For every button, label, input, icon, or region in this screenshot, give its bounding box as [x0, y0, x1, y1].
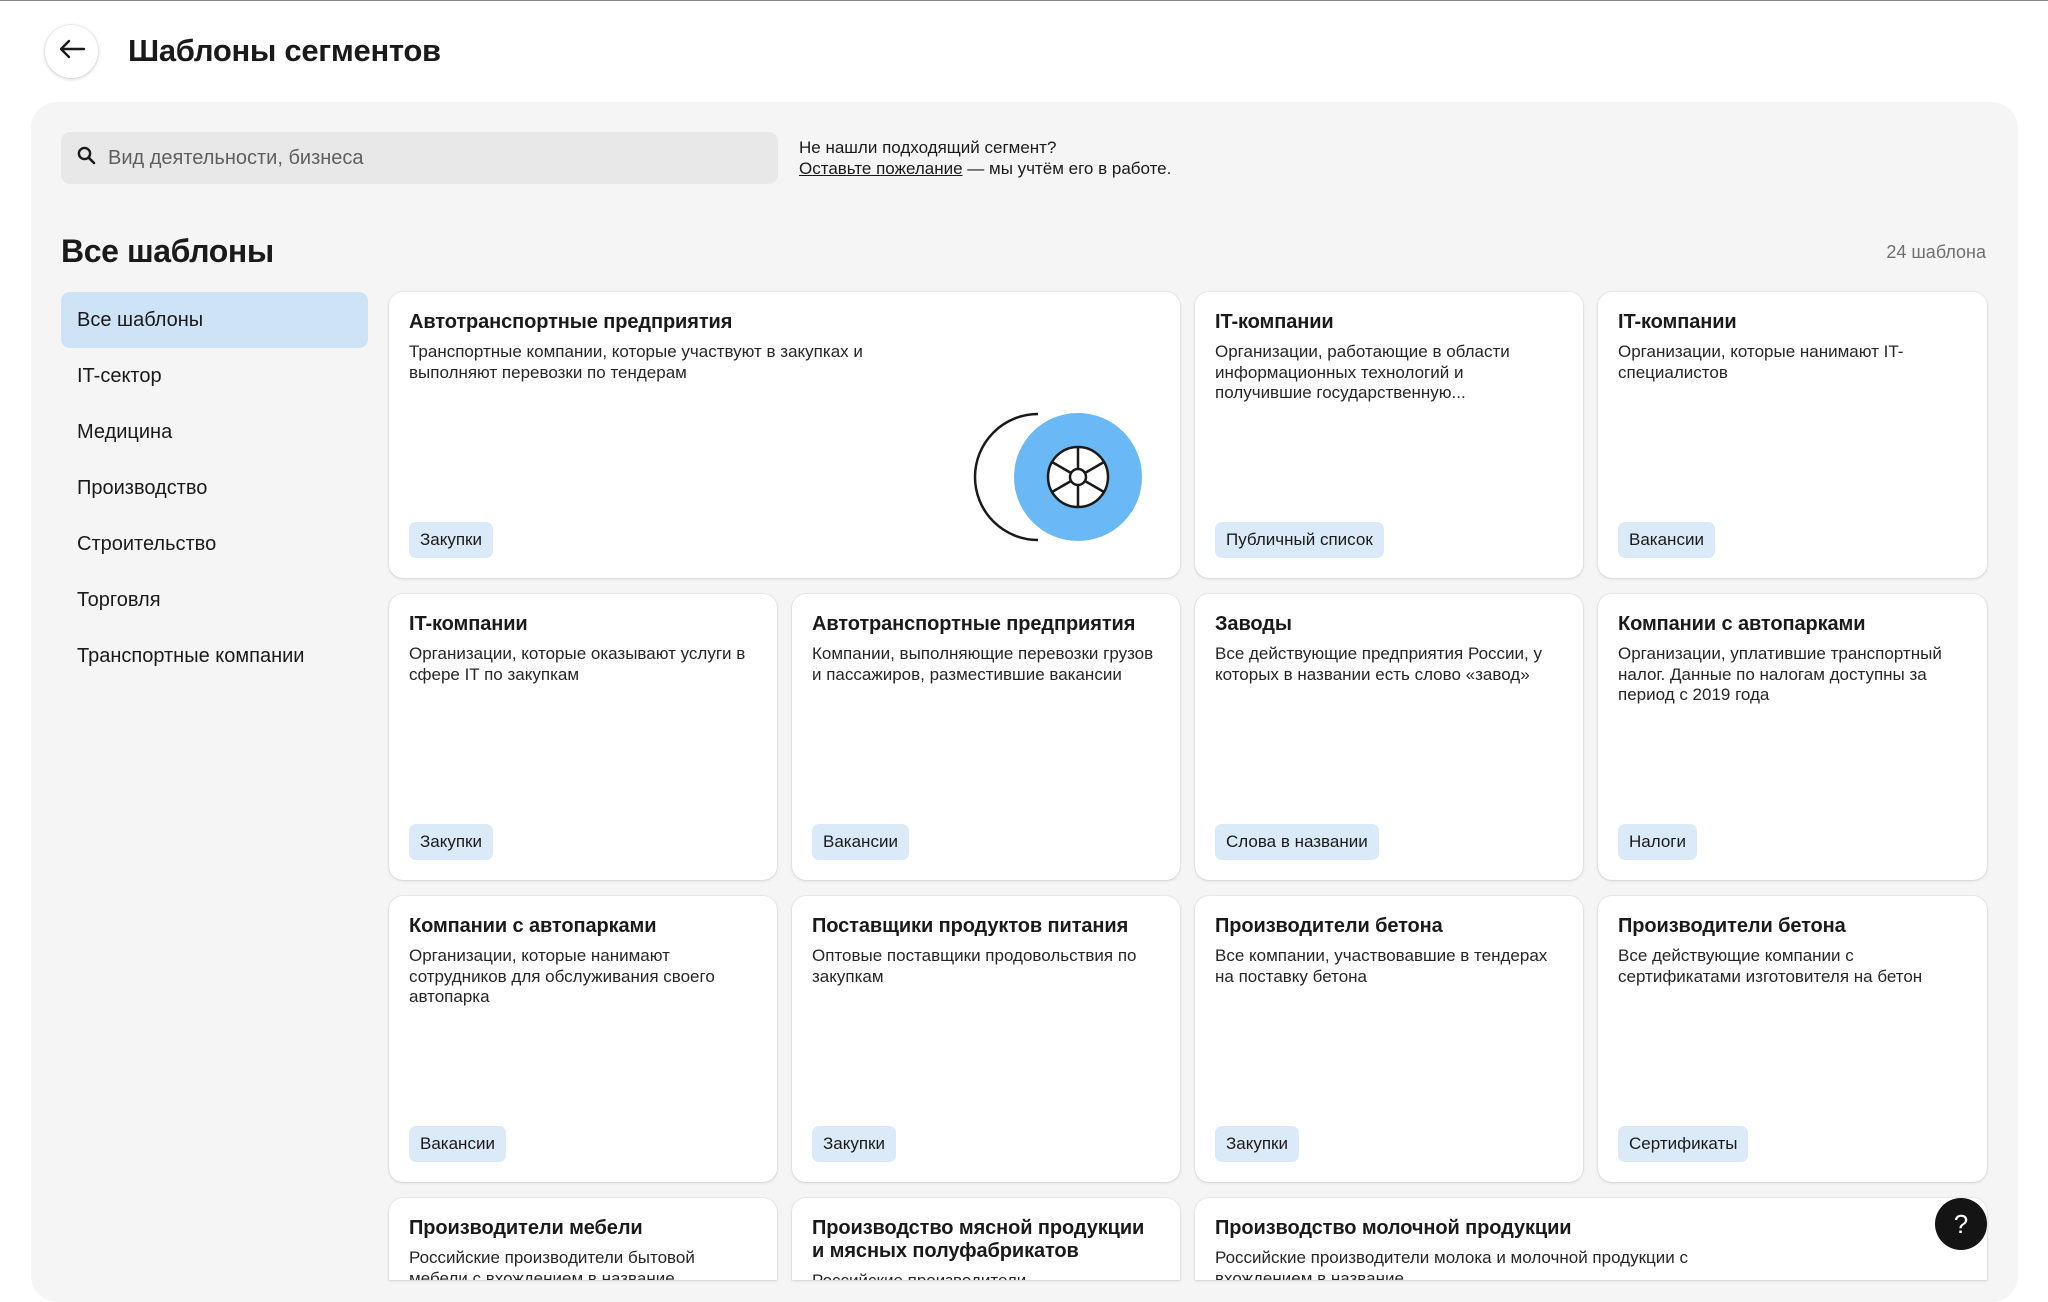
card-tag: Закупки: [1215, 1126, 1299, 1162]
card-tag: Закупки: [409, 522, 493, 558]
sidebar-item-all[interactable]: Все шаблоны: [61, 292, 368, 348]
card-description: Компании, выполняющие перевозки грузов и…: [812, 644, 1154, 684]
card-description: Российские производители: [812, 1271, 1160, 1280]
card-description: Организации, которые оказывают услуги в …: [409, 644, 746, 684]
card-title: IT-компании: [1618, 311, 1737, 333]
section-title: Все шаблоны: [61, 233, 274, 269]
sidebar-item-production[interactable]: Производство: [61, 460, 368, 516]
page-title: Шаблоны сегментов: [128, 33, 441, 68]
template-card[interactable]: IT-компании Организации, которые нанимаю…: [1598, 292, 1987, 578]
card-tag: Закупки: [812, 1126, 896, 1162]
search-icon: [77, 146, 96, 170]
card-tag: Слова в названии: [1215, 824, 1379, 860]
card-tag: Вакансии: [812, 824, 909, 860]
steering-wheel-icon: [960, 407, 1150, 547]
hint-text: Не нашли подходящий сегмент?: [799, 138, 1057, 157]
card-title: Производители мебели: [409, 1217, 643, 1239]
card-title: Производители бетона: [1215, 915, 1443, 937]
template-card[interactable]: Производство мясной продукции и мясных п…: [792, 1198, 1180, 1280]
card-description: Все действующие предприятия России, у ко…: [1215, 644, 1542, 684]
sidebar-item-transport[interactable]: Транспортные компании: [61, 628, 368, 684]
request-hint: Не нашли подходящий сегмент? Оставьте по…: [799, 137, 1171, 179]
card-title: IT-компании: [409, 613, 528, 635]
card-tag: Налоги: [1618, 824, 1697, 860]
card-title: Компании с автопарками: [409, 915, 657, 937]
template-card[interactable]: Производство молочной продукции Российск…: [1195, 1198, 1987, 1280]
leave-request-link[interactable]: Оставьте пожелание: [799, 159, 963, 178]
back-button[interactable]: [45, 25, 98, 78]
arrow-left-icon: [58, 38, 86, 65]
template-card[interactable]: Производители мебели Российские производ…: [389, 1198, 777, 1280]
page-header: Шаблоны сегментов: [0, 0, 2048, 102]
card-description: Все действующие компании с сертификатами…: [1618, 946, 1923, 986]
card-title: Компании с автопарками: [1618, 613, 1866, 635]
card-description: Оптовые поставщики продовольствия по зак…: [812, 946, 1137, 986]
card-description: Российские производители молока и молочн…: [1215, 1248, 1688, 1280]
card-description: Все компании, участвовавшие в тендерах н…: [1215, 946, 1548, 986]
card-description: Организации, работающие в области информ…: [1215, 342, 1510, 402]
template-card[interactable]: IT-компании Организации, которые оказыва…: [389, 594, 777, 880]
card-title: IT-компании: [1215, 311, 1334, 333]
card-title: Поставщики продуктов питания: [812, 915, 1129, 937]
help-button[interactable]: ?: [1935, 1198, 1987, 1250]
sidebar-item-medicine[interactable]: Медицина: [61, 404, 368, 460]
template-card[interactable]: Производители бетона Все компании, участ…: [1195, 896, 1583, 1182]
card-description: Российские производители бытовой мебели …: [409, 1248, 695, 1280]
card-tag: Публичный список: [1215, 522, 1384, 558]
category-sidebar: Все шаблоны IT-сектор Медицина Производс…: [61, 292, 368, 684]
card-tag: Вакансии: [1618, 522, 1715, 558]
template-card[interactable]: Компании с автопарками Организации, упла…: [1598, 594, 1987, 880]
template-card[interactable]: Автотранспортные предприятия Компании, в…: [792, 594, 1180, 880]
card-description: Организации, уплатившие транспортный нал…: [1618, 644, 1942, 704]
card-tag: Закупки: [409, 824, 493, 860]
card-title: Заводы: [1215, 613, 1292, 635]
card-title: Автотранспортные предприятия: [409, 311, 733, 333]
sidebar-item-trade[interactable]: Торговля: [61, 572, 368, 628]
card-description: Транспортные компании, которые участвуют…: [409, 342, 863, 382]
template-card[interactable]: Поставщики продуктов питания Оптовые пос…: [792, 896, 1180, 1182]
card-description: Организации, которые нанимают IT-специал…: [1618, 342, 1904, 382]
card-description: Организации, которые нанимают сотруднико…: [409, 946, 715, 1006]
card-title: Производители бетона: [1618, 915, 1846, 937]
template-card[interactable]: Производители бетона Все действующие ком…: [1598, 896, 1987, 1182]
templates-count: 24 шаблона: [1886, 242, 1986, 262]
sidebar-item-it[interactable]: IT-сектор: [61, 348, 368, 404]
card-tag: Сертификаты: [1618, 1126, 1749, 1162]
card-title: Производство мясной продукции и мясных п…: [812, 1217, 1145, 1262]
template-card[interactable]: IT-компании Организации, работающие в об…: [1195, 292, 1583, 578]
sidebar-item-construction[interactable]: Строительство: [61, 516, 368, 572]
template-card[interactable]: Заводы Все действующие предприятия Росси…: [1195, 594, 1583, 880]
card-title: Автотранспортные предприятия: [812, 613, 1136, 635]
card-title: Производство молочной продукции: [1215, 1217, 1572, 1239]
template-card[interactable]: Автотранспортные предприятия Транспортны…: [389, 292, 1180, 578]
template-card[interactable]: Компании с автопарками Организации, кото…: [389, 896, 777, 1182]
search-input[interactable]: [108, 146, 748, 170]
search-field[interactable]: [61, 132, 778, 184]
card-tag: Вакансии: [409, 1126, 506, 1162]
hint-rest: — мы учтём его в работе.: [962, 159, 1172, 178]
